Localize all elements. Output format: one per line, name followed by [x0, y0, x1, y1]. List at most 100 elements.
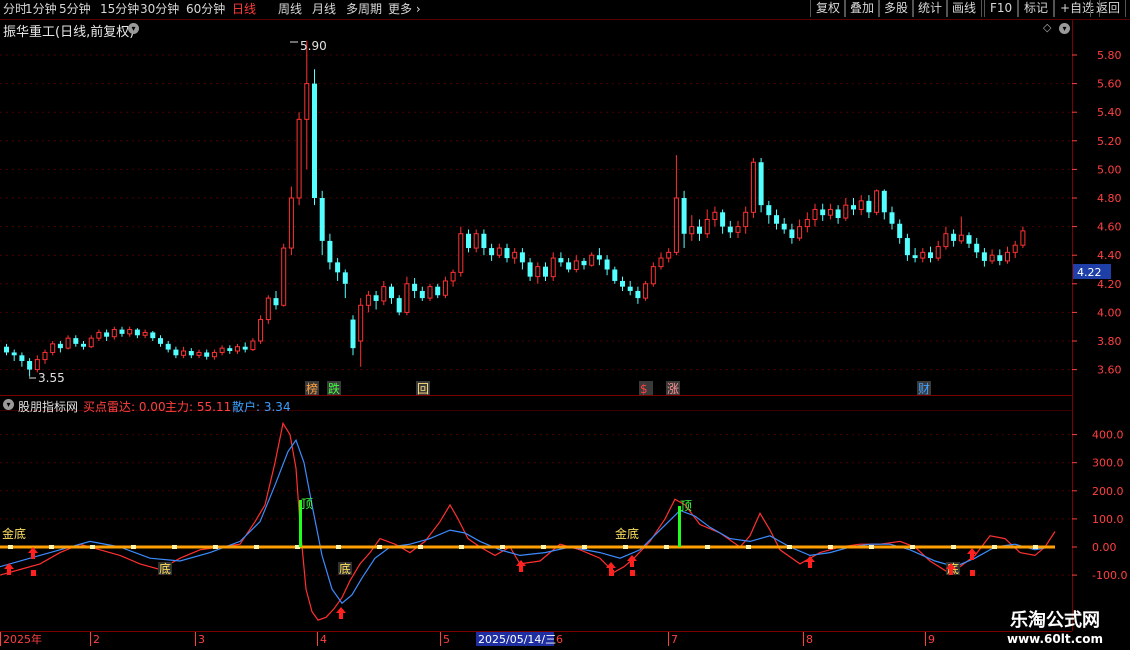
retail-value: 散户: 3.34 [232, 400, 291, 414]
bottom-label: 底 [159, 561, 171, 576]
candle [458, 226, 464, 277]
time-tick-label: 4 [320, 633, 327, 646]
candle [743, 206, 749, 234]
candle [273, 290, 279, 310]
zero-line-dot [705, 545, 710, 549]
candle [904, 233, 910, 261]
ind-tick-label: -100.0 [1092, 569, 1127, 582]
candle [851, 198, 856, 216]
candle [912, 248, 918, 263]
zero-line-dot [582, 545, 587, 549]
candle [111, 326, 117, 340]
candle [419, 286, 425, 301]
candle [312, 69, 317, 206]
candle [11, 349, 17, 362]
candle [727, 220, 733, 239]
candle [42, 349, 48, 364]
buy-marker [970, 570, 975, 576]
candle [658, 252, 664, 270]
time-tick-label: 2 [93, 633, 100, 646]
time-tick-label: 3 [198, 633, 205, 646]
candle [1005, 246, 1010, 264]
candle [512, 248, 518, 264]
candle [50, 341, 56, 356]
event-badge-label: $ [640, 382, 648, 396]
zero-line-dot [746, 545, 751, 549]
time-tick-label: 9 [928, 633, 935, 646]
buy-marker [31, 570, 36, 576]
candle [381, 280, 387, 306]
indicator-collapse-icon[interactable]: ▾ [3, 399, 14, 410]
buy-arrow-icon [336, 607, 346, 619]
golden-bottom-label: 金底 [615, 526, 639, 541]
kline-chart[interactable]: 5.80 5.60 5.40 5.20 5.00 4.80 4.60 4.40 4.20 4.00… [0, 0, 1130, 650]
price-tick-label: 5.00 [1097, 163, 1122, 176]
candle [288, 186, 294, 256]
zero-line-dot [869, 545, 874, 549]
candle [650, 262, 656, 287]
candle [635, 286, 641, 304]
time-tick-label: 6 [556, 633, 563, 646]
candle [211, 349, 217, 360]
zero-line-dot [910, 545, 915, 549]
candle [604, 255, 610, 276]
zero-line-dot [459, 545, 464, 549]
ind-tick-label: 100.0 [1092, 513, 1124, 526]
candle [881, 189, 887, 220]
top-label: 顶 [680, 499, 692, 513]
buy-marker [630, 570, 635, 576]
candle [96, 329, 102, 341]
event-badge-label: 跌 [328, 381, 340, 396]
candle [219, 345, 225, 356]
buy-arrow-icon [805, 556, 815, 568]
candle [843, 198, 849, 221]
candle [281, 243, 287, 307]
candle [427, 283, 433, 301]
zero-line-dot [828, 545, 833, 549]
event-badge-label: 回 [417, 382, 429, 396]
candle [396, 295, 402, 316]
candle [820, 203, 826, 221]
time-tick-label: 5 [443, 633, 450, 646]
candle [943, 226, 949, 250]
indicator-name[interactable]: 股朋指标网 [18, 398, 78, 415]
time-tick-label: 2025年 [3, 632, 42, 646]
high-price-label: 5.90 [300, 39, 327, 53]
current-price-label: 4.22 [1077, 266, 1102, 279]
candle [866, 195, 872, 219]
candle [319, 190, 325, 256]
zero-line-dot [1033, 545, 1038, 549]
candle [689, 215, 695, 241]
candle [627, 280, 633, 296]
candle [342, 269, 348, 299]
candle [643, 280, 649, 301]
zero-line-dot [8, 545, 13, 549]
zero-line-dot [500, 545, 505, 549]
candle [350, 315, 356, 356]
candle [158, 335, 163, 347]
zero-line-dot [664, 545, 669, 549]
candle [989, 249, 995, 264]
top-signal-bar [299, 500, 302, 547]
candle [65, 335, 71, 350]
candle [496, 243, 502, 259]
candle [712, 206, 718, 227]
candle [435, 283, 441, 299]
candle [750, 157, 756, 219]
candle [620, 276, 625, 291]
price-tick-label: 3.80 [1097, 335, 1122, 348]
candle [981, 248, 987, 267]
buy-arrow-icon [516, 560, 526, 572]
zero-line-dot [787, 545, 792, 549]
candle [573, 255, 579, 273]
candle [242, 342, 248, 353]
cursor-date-label: 2025/05/14/三 [478, 633, 556, 646]
candle [1012, 240, 1018, 259]
candle [697, 219, 702, 241]
candle [81, 341, 86, 350]
price-tick-label: 5.80 [1097, 49, 1122, 62]
candle [835, 205, 841, 224]
price-tick-label: 4.80 [1097, 192, 1122, 205]
buy-radar-value: 买点雷达: 0.00 [83, 400, 166, 414]
candle [412, 278, 418, 299]
